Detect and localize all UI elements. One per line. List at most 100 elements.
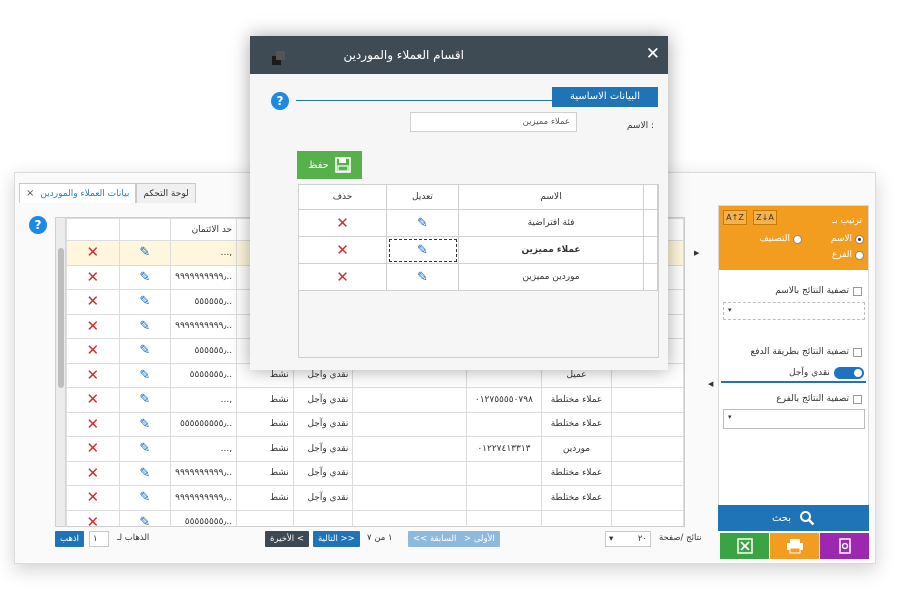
page-size-select[interactable]: ▾ ٢٠ <box>605 531 651 547</box>
edit-icon[interactable]: ✎ <box>139 245 150 260</box>
filter-by-name-checkbox[interactable]: تصفية النتائج بالاسم <box>775 286 862 296</box>
sort-box: ترتيب بـ Z↓A A↑Z الاسم التصنيف الفرع <box>719 206 868 270</box>
chevron-down-icon: ▾ <box>728 306 732 314</box>
status-cell: نشط <box>236 436 294 462</box>
delete-cell: ✕ <box>298 236 387 264</box>
close-icon[interactable]: ✕ <box>646 44 660 64</box>
delete-icon[interactable]: ✕ <box>87 464 100 482</box>
delete-icon[interactable]: ✕ <box>87 292 100 310</box>
delete-icon[interactable]: ✕ <box>87 513 100 526</box>
panel-collapse-icon-2[interactable]: ◀ <box>708 380 713 388</box>
filter-by-payment-checkbox[interactable]: تصفية النتائج بطريقة الدفع <box>750 347 862 357</box>
help-icon[interactable]: ? <box>29 216 47 234</box>
sort-asc-button[interactable]: A↑Z <box>723 210 747 225</box>
goto-page-input[interactable]: ١ <box>89 531 109 547</box>
delete-icon[interactable]: ✕ <box>336 241 349 259</box>
delete-icon[interactable]: ✕ <box>87 317 100 335</box>
edit-cell: ✎ <box>118 411 172 437</box>
checkbox-box <box>853 286 862 296</box>
panel-collapse-icon[interactable]: ▶ <box>694 249 699 257</box>
delete-cell: ✕ <box>66 485 120 511</box>
delete-icon[interactable]: ✕ <box>87 268 100 286</box>
delete-icon[interactable]: ✕ <box>336 268 349 286</box>
sort-by-name-radio[interactable]: الاسم <box>831 234 864 244</box>
edit-icon[interactable]: ✎ <box>139 441 150 456</box>
edit-icon[interactable]: ✎ <box>139 270 150 285</box>
edit-icon[interactable]: ✎ <box>139 294 150 309</box>
table-row[interactable]: ✕ ✎ ٩٩٩٩٩٩٩٩٩٩٫.. نشط نقدي وآجل عملاء مختلطة <box>66 460 684 486</box>
credit-limit-cell: ٥٥٥٥٥٥٥٥٥٫.. <box>170 411 238 437</box>
name-label: الاسم : <box>626 121 654 131</box>
sort-desc-button[interactable]: Z↓A <box>753 210 777 225</box>
last-page-button[interactable]: الأخيرة < <box>265 531 309 547</box>
pdf-export-button[interactable] <box>820 533 869 559</box>
edit-cell: ✎ <box>118 240 172 266</box>
delete-icon[interactable]: ✕ <box>87 341 100 359</box>
delete-icon[interactable]: ✕ <box>87 488 100 506</box>
table-row[interactable]: ✕ ✎ ٥٥٥٥٥٥٥٥٥٫.. نشط نقدي وآجل عملاء مختلطة <box>66 411 684 437</box>
status-cell: نشط <box>236 411 294 437</box>
edit-icon[interactable]: ✎ <box>139 343 150 358</box>
table-row[interactable]: ✕ ✎ ٩٩٩٩٩٩٩٩٩٩٫.. نشط نقدي وآجل عملاء مختلطة <box>66 485 684 511</box>
delete-icon[interactable]: ✕ <box>87 390 100 408</box>
row-handle-cell <box>643 236 658 264</box>
radio-label: التصنيف <box>759 234 790 244</box>
edit-icon[interactable]: ✎ <box>139 319 150 334</box>
col-credit-header[interactable]: حد الائتمان <box>170 218 238 241</box>
tab-dashboard[interactable]: لوحة التحكم <box>136 183 196 203</box>
name-filter-select[interactable]: ▾ <box>723 302 865 320</box>
delete-icon[interactable]: ✕ <box>87 439 100 457</box>
page-info: ١ من ٧ <box>367 533 393 543</box>
table-row[interactable]: ✕ ✎..., نشط نقدي وآجل ٠١٢٧٥٥٥٥٠٧٩٨ عملاء مختل… <box>66 387 684 413</box>
payment-cell: نقدي وآجل <box>292 387 354 413</box>
table-row[interactable]: ✕ ✎ موردين مميزين <box>298 263 658 291</box>
edit-cell: ✎ <box>118 289 172 315</box>
filter-panel: ترتيب بـ Z↓A A↑Z الاسم التصنيف الفرع تصف… <box>718 205 869 529</box>
edit-icon[interactable]: ✎ <box>139 515 150 526</box>
col-name-header[interactable]: الاسم <box>458 184 644 210</box>
table-row[interactable]: ✕ ✎ عملاء مميزين <box>298 236 658 264</box>
table-row[interactable]: ✕ ✎..., نشط نقدي وآجل ٠١٢٢٧٤١٣٣١٣ موردين <box>66 436 684 462</box>
edit-icon[interactable]: ✎ <box>139 392 150 407</box>
tab-close-icon[interactable]: × <box>26 185 34 203</box>
type-cell: عملاء مختلطة <box>541 485 612 511</box>
tab-label: لوحة التحكم <box>143 188 189 199</box>
edit-icon[interactable]: ✎ <box>417 216 428 231</box>
edit-icon[interactable]: ✎ <box>139 368 150 383</box>
delete-icon[interactable]: ✕ <box>87 415 100 433</box>
credit-limit-cell: ..., <box>170 240 238 266</box>
delete-icon[interactable]: ✕ <box>87 243 100 261</box>
goto-label: الذهاب لـ <box>117 533 150 543</box>
grid-scrollbar[interactable] <box>56 218 66 526</box>
edit-icon[interactable]: ✎ <box>139 417 150 432</box>
search-button[interactable]: بحث <box>718 505 869 531</box>
phone-cell <box>465 411 543 437</box>
first-page-button[interactable]: > الأولى <box>459 531 500 547</box>
delete-icon[interactable]: ✕ <box>336 214 349 232</box>
payment-toggle[interactable] <box>833 367 864 379</box>
sort-by-category-radio[interactable]: التصنيف <box>759 234 802 244</box>
name-cell <box>610 436 684 462</box>
excel-export-button[interactable] <box>720 533 769 559</box>
filter-by-branch-checkbox[interactable]: تصفية النتائج بالفرع <box>776 394 862 404</box>
table-row[interactable]: ✕ ✎ فئة افتراضية <box>298 209 658 237</box>
prev-page-button[interactable]: << السابقة <box>408 531 462 547</box>
edit-icon[interactable]: ✎ <box>139 490 150 505</box>
scrollbar-thumb[interactable] <box>58 248 64 388</box>
print-button[interactable] <box>770 533 819 559</box>
help-icon[interactable]: ? <box>271 92 289 110</box>
sort-by-branch-radio[interactable]: الفرع <box>832 250 864 260</box>
edit-icon[interactable]: ✎ <box>417 270 428 285</box>
branch-filter-select[interactable]: ▾ <box>723 409 865 429</box>
table-header-row: حذف تعديل الاسم <box>298 184 658 210</box>
tab-customers-suppliers[interactable]: بيانات العملاء والموردين × <box>19 183 137 203</box>
table-row[interactable]: ✕ ✎ ٥٥٥٥٥٥٥٥٫.. <box>66 509 684 526</box>
goto-button[interactable]: اذهب <box>55 531 84 547</box>
next-page-button[interactable]: التالية >> <box>313 531 360 547</box>
credit-limit-cell: ٥٥٥٥٥٥٫.. <box>170 338 238 364</box>
name-input[interactable]: عملاء مميزين <box>410 112 577 132</box>
edit-icon[interactable]: ✎ <box>417 243 428 258</box>
save-button[interactable]: حفظ <box>297 151 362 179</box>
edit-icon[interactable]: ✎ <box>139 466 150 481</box>
delete-icon[interactable]: ✕ <box>87 366 100 384</box>
